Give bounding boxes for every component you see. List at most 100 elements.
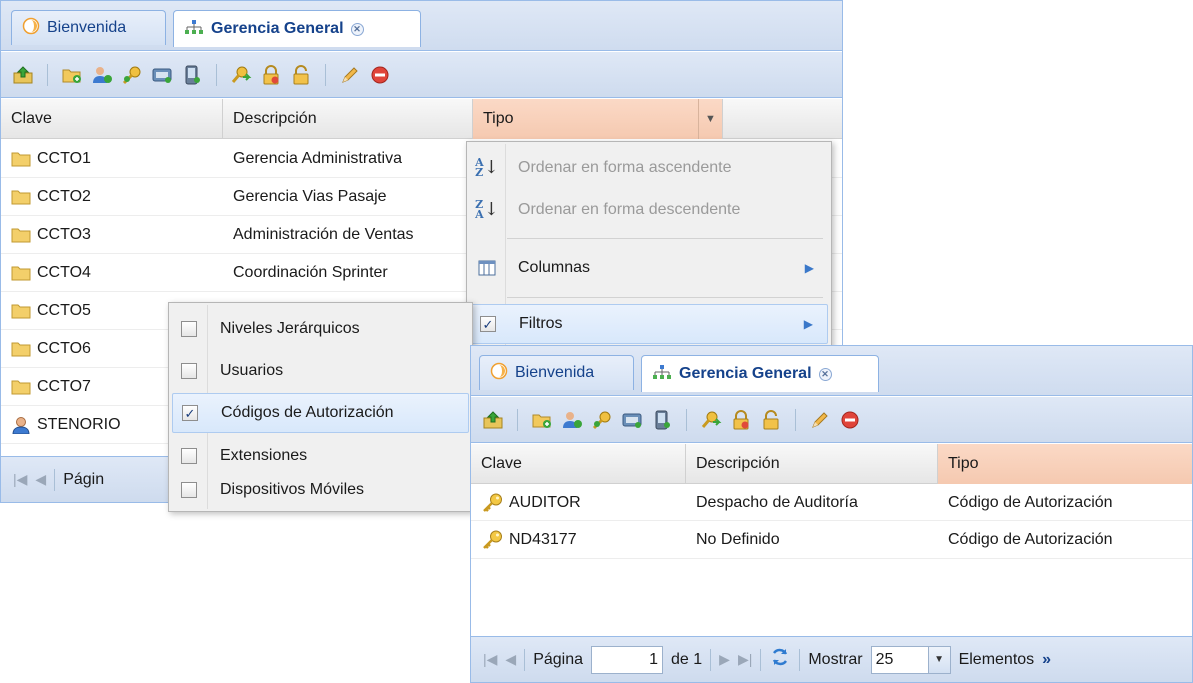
previous-page-icon[interactable]: ◀ bbox=[505, 651, 516, 668]
lock-icon[interactable] bbox=[729, 408, 753, 432]
edit-icon[interactable] bbox=[808, 408, 832, 432]
mobile-device-icon[interactable] bbox=[650, 408, 674, 432]
upload-icon[interactable] bbox=[11, 63, 35, 87]
new-folder-icon[interactable] bbox=[60, 63, 84, 87]
menu-item-sort-descending[interactable]: Z A ↓ Ordenar en forma descendente bbox=[470, 190, 828, 230]
menu-item-label: Usuarios bbox=[220, 362, 284, 379]
folder-icon bbox=[11, 341, 31, 357]
submenu-arrow-icon: ▶ bbox=[804, 261, 814, 275]
extension-icon[interactable] bbox=[150, 63, 174, 87]
chevron-down-icon[interactable]: ▼ bbox=[927, 646, 950, 673]
menu-item-label: Códigos de Autorización bbox=[221, 404, 394, 421]
tab-bar: Bienvenida Gerencia General ✕ bbox=[1, 1, 842, 51]
tab-label: Gerencia General bbox=[679, 365, 812, 382]
filter-extensiones[interactable]: Extensiones bbox=[172, 439, 469, 473]
toolbar-separator bbox=[517, 408, 518, 431]
lock-icon[interactable] bbox=[259, 63, 283, 87]
folder-icon bbox=[11, 265, 31, 281]
delete-icon[interactable] bbox=[838, 408, 862, 432]
menu-item-columnas[interactable]: Columnas ▶ bbox=[470, 247, 828, 289]
menu-item-label: Columnas bbox=[518, 259, 591, 276]
more-options-icon[interactable]: » bbox=[1042, 651, 1051, 669]
menu-item-label: Extensiones bbox=[220, 447, 308, 464]
close-icon[interactable]: ✕ bbox=[818, 367, 832, 381]
tab-gerencia-general[interactable]: Gerencia General ✕ bbox=[173, 10, 421, 47]
last-page-icon[interactable]: ▶| bbox=[738, 651, 752, 668]
column-header-tipo[interactable]: Tipo ▼ bbox=[473, 99, 723, 139]
row-clave: STENORIO bbox=[37, 415, 121, 433]
add-user-icon[interactable] bbox=[90, 63, 114, 87]
delete-icon[interactable] bbox=[368, 63, 392, 87]
toolbar bbox=[471, 397, 1192, 443]
tab-label: Bienvenida bbox=[515, 364, 595, 381]
mobile-device-icon[interactable] bbox=[180, 63, 204, 87]
submenu-arrow-icon: ▶ bbox=[803, 317, 813, 331]
filter-niveles-jerarquicos[interactable]: Niveles Jerárquicos bbox=[172, 309, 469, 349]
page-count-label: de 1 bbox=[671, 650, 703, 668]
add-user-icon[interactable] bbox=[560, 408, 584, 432]
new-folder-icon[interactable] bbox=[530, 408, 554, 432]
column-menu: A Z ↓ Ordenar en forma ascendente Z A ↓ Orde… bbox=[466, 141, 832, 353]
table-row[interactable]: AUDITOR Despacho de Auditoría Código de … bbox=[471, 485, 1192, 521]
column-header-descripcion[interactable]: Descripción bbox=[223, 99, 473, 139]
checkbox-icon[interactable] bbox=[181, 363, 197, 379]
move-icon[interactable] bbox=[699, 408, 723, 432]
unlock-icon[interactable] bbox=[289, 63, 313, 87]
filter-usuarios[interactable]: Usuarios bbox=[172, 351, 469, 391]
page-label: Págin bbox=[63, 470, 105, 488]
menu-item-sort-ascending[interactable]: A Z ↓ Ordenar en forma ascendente bbox=[470, 148, 828, 188]
tab-label: Gerencia General bbox=[211, 20, 344, 37]
refresh-icon[interactable] bbox=[769, 647, 791, 672]
row-clave: AUDITOR bbox=[509, 493, 581, 511]
folder-icon bbox=[11, 227, 31, 243]
column-header-descripcion[interactable]: Descripción bbox=[686, 444, 938, 484]
key-icon bbox=[481, 530, 503, 550]
checkbox-icon[interactable]: ✓ bbox=[480, 316, 496, 332]
previous-page-icon[interactable]: ◀ bbox=[35, 471, 46, 488]
menu-item-label: Filtros bbox=[519, 315, 563, 332]
menu-item-filtros[interactable]: ✓ Filtros ▶ bbox=[470, 304, 828, 344]
org-chart-icon bbox=[652, 364, 672, 385]
menu-item-label: Ordenar en forma ascendente bbox=[518, 159, 732, 176]
column-header-tipo[interactable]: Tipo bbox=[938, 444, 1192, 484]
filter-menu: Niveles Jerárquicos Usuarios ✓ Códigos d… bbox=[168, 302, 473, 512]
menu-separator bbox=[507, 238, 823, 239]
page-size-value: 25 bbox=[875, 650, 894, 668]
page-label: Página bbox=[533, 650, 584, 668]
add-key-icon[interactable] bbox=[590, 408, 614, 432]
page-number-input[interactable]: 1 bbox=[591, 645, 664, 674]
first-page-icon[interactable]: |◀ bbox=[13, 471, 27, 488]
menu-item-label: Niveles Jerárquicos bbox=[220, 320, 360, 337]
toolbar-separator bbox=[325, 63, 326, 86]
column-menu-trigger[interactable]: ▼ bbox=[698, 99, 722, 139]
paging-toolbar: |◀ ◀ Página 1 de 1 ▶ ▶| Mostrar 25 ▼ Ele… bbox=[471, 636, 1192, 682]
checkbox-icon[interactable] bbox=[181, 482, 197, 498]
unlock-icon[interactable] bbox=[759, 408, 783, 432]
add-key-icon[interactable] bbox=[120, 63, 144, 87]
row-clave: CCTO2 bbox=[37, 187, 91, 205]
checkbox-icon[interactable]: ✓ bbox=[182, 405, 198, 421]
filter-codigos-autorizacion[interactable]: ✓ Códigos de Autorización bbox=[172, 393, 469, 433]
move-icon[interactable] bbox=[229, 63, 253, 87]
page-size-select[interactable]: 25 ▼ bbox=[870, 645, 951, 674]
column-header-clave[interactable]: Clave bbox=[471, 444, 686, 484]
column-header-clave[interactable]: Clave bbox=[1, 99, 223, 139]
close-icon[interactable]: ✕ bbox=[350, 22, 364, 36]
edit-icon[interactable] bbox=[338, 63, 362, 87]
row-descripcion: No Definido bbox=[696, 530, 780, 548]
tab-bienvenida[interactable]: Bienvenida bbox=[479, 355, 634, 390]
tab-bienvenida[interactable]: Bienvenida bbox=[11, 10, 166, 45]
checkbox-icon[interactable] bbox=[181, 448, 197, 464]
filter-dispositivos-moviles[interactable]: Dispositivos Móviles bbox=[172, 473, 469, 507]
row-clave: CCTO3 bbox=[37, 225, 91, 243]
menu-item-label: Dispositivos Móviles bbox=[220, 481, 365, 498]
toolbar-separator bbox=[54, 468, 56, 491]
first-page-icon[interactable]: |◀ bbox=[483, 651, 497, 668]
extension-icon[interactable] bbox=[620, 408, 644, 432]
table-row[interactable]: ND43177 No Definido Código de Autorizaci… bbox=[471, 521, 1192, 559]
upload-icon[interactable] bbox=[481, 408, 505, 432]
next-page-icon[interactable]: ▶ bbox=[719, 651, 730, 668]
welcome-icon bbox=[490, 362, 508, 385]
tab-gerencia-general[interactable]: Gerencia General ✕ bbox=[641, 355, 879, 392]
checkbox-icon[interactable] bbox=[181, 321, 197, 337]
